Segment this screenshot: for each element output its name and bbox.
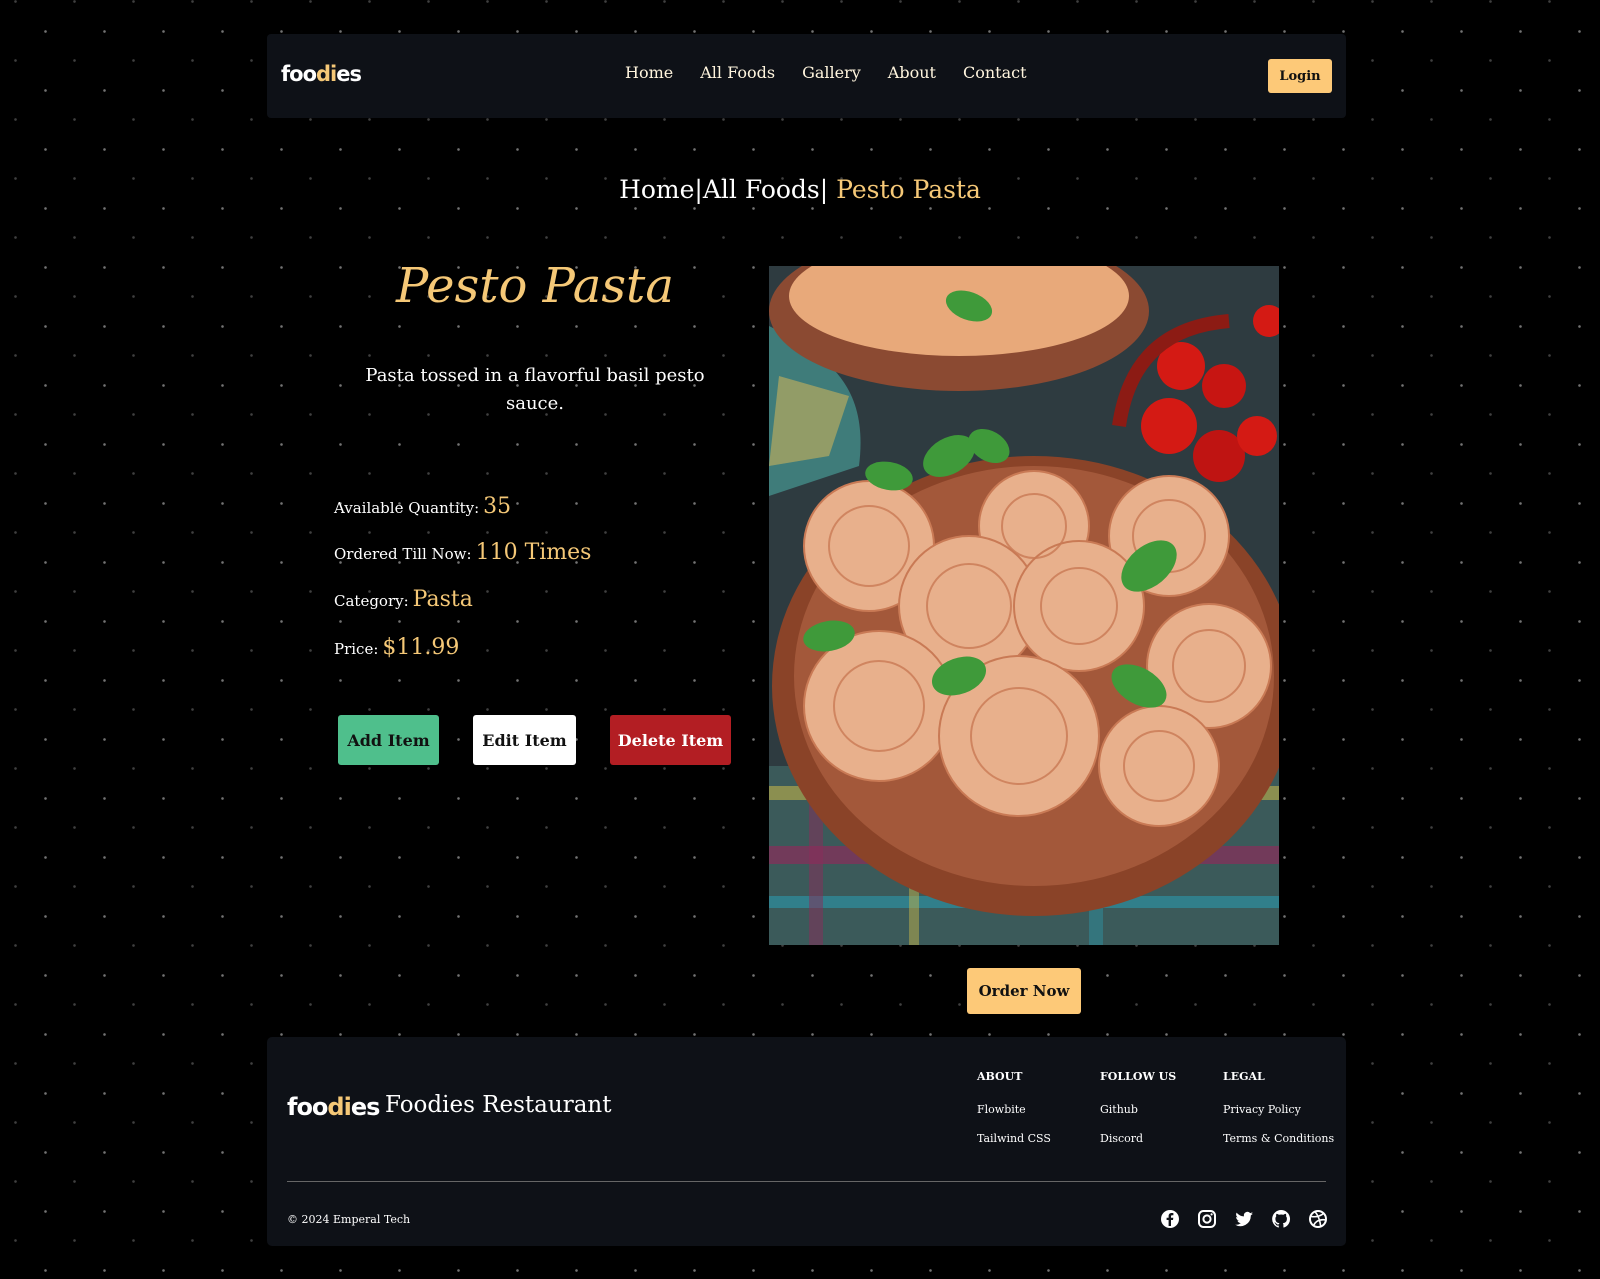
login-button[interactable]: Login: [1268, 59, 1332, 93]
footer-link-flowbite[interactable]: Flowbite: [977, 1103, 1102, 1116]
footer: foodies Foodies Restaurant ABOUT Flowbit…: [267, 1037, 1346, 1246]
twitter-icon[interactable]: [1234, 1209, 1254, 1229]
footer-column-follow-us: FOLLOW US Github Discord: [1100, 1070, 1225, 1161]
dribbble-icon[interactable]: [1308, 1209, 1328, 1229]
add-item-button[interactable]: Add Item: [338, 715, 439, 765]
footer-heading: ABOUT: [977, 1070, 1023, 1083]
item-title: Pesto Pasta: [396, 258, 674, 314]
item-description: Pasta tossed in a flavorful basil pesto …: [365, 365, 705, 414]
logo-text-end: es: [336, 62, 362, 86]
category: Category: Pasta: [334, 587, 473, 612]
breadcrumb-current: Pesto Pasta: [828, 175, 981, 204]
category-label: Category:: [334, 592, 409, 610]
price-value: $11.99: [382, 635, 460, 660]
footer-heading: FOLLOW US: [1100, 1070, 1177, 1083]
category-value: Pasta: [412, 587, 473, 612]
footer-logo[interactable]: foodies: [287, 1093, 381, 1121]
pasta-photo: [769, 266, 1279, 945]
facebook-icon[interactable]: [1160, 1209, 1180, 1229]
quantity-label: Available Quantity:: [334, 499, 480, 517]
quantity-value: 35: [483, 494, 512, 519]
footer-restaurant-name: Foodies Restaurant: [385, 1092, 612, 1118]
copyright: © 2024 Emperal Tech: [287, 1213, 411, 1226]
footer-link-terms[interactable]: Terms & Conditions: [1223, 1132, 1348, 1145]
logo-text-start: foo: [287, 1093, 328, 1121]
footer-divider: [287, 1181, 1326, 1182]
social-icons: [1160, 1209, 1328, 1229]
breadcrumb-all-foods[interactable]: All Foods: [703, 175, 820, 204]
ordered-count: Ordered Till Now: 110 Times: [334, 540, 591, 565]
breadcrumb: Home|All Foods| Pesto Pasta: [0, 175, 1600, 204]
price-label: Price:: [334, 640, 379, 658]
nav-link-contact[interactable]: Contact: [963, 63, 1027, 82]
footer-column-about: ABOUT Flowbite Tailwind CSS: [977, 1070, 1102, 1161]
nav-link-gallery[interactable]: Gallery: [802, 63, 861, 82]
nav-link-all-foods[interactable]: All Foods: [700, 63, 775, 82]
instagram-icon[interactable]: [1197, 1209, 1217, 1229]
footer-column-legal: LEGAL Privacy Policy Terms & Conditions: [1223, 1070, 1348, 1161]
breadcrumb-home[interactable]: Home: [619, 175, 694, 204]
logo-text-mid: di: [316, 62, 337, 86]
footer-link-github[interactable]: Github: [1100, 1103, 1225, 1116]
breadcrumb-separator: |: [694, 175, 703, 204]
nav-link-home[interactable]: Home: [625, 63, 673, 82]
nav-links: Home All Foods Gallery About Contact: [625, 63, 1027, 82]
delete-item-button[interactable]: Delete Item: [610, 715, 731, 765]
footer-link-tailwind[interactable]: Tailwind CSS: [977, 1132, 1102, 1145]
nav-link-about[interactable]: About: [888, 63, 936, 82]
navbar: foodies Home All Foods Gallery About Con…: [267, 34, 1346, 118]
ordered-label: Ordered Till Now:: [334, 545, 472, 563]
foodies-logo[interactable]: foodies: [281, 62, 362, 86]
food-image: [769, 266, 1279, 945]
breadcrumb-separator: |: [819, 175, 829, 204]
logo-text-end: es: [350, 1093, 381, 1121]
ordered-value: 110 Times: [475, 540, 592, 565]
price: Price: $11.99: [334, 635, 459, 660]
order-now-button[interactable]: Order Now: [967, 968, 1081, 1014]
footer-heading: LEGAL: [1223, 1070, 1265, 1083]
footer-link-privacy[interactable]: Privacy Policy: [1223, 1103, 1348, 1116]
footer-link-discord[interactable]: Discord: [1100, 1132, 1225, 1145]
logo-text-mid: di: [327, 1093, 351, 1121]
edit-item-button[interactable]: Edit Item: [473, 715, 576, 765]
available-quantity: Available Quantity: 35: [334, 494, 511, 519]
github-icon[interactable]: [1271, 1209, 1291, 1229]
logo-text-start: foo: [281, 62, 317, 86]
